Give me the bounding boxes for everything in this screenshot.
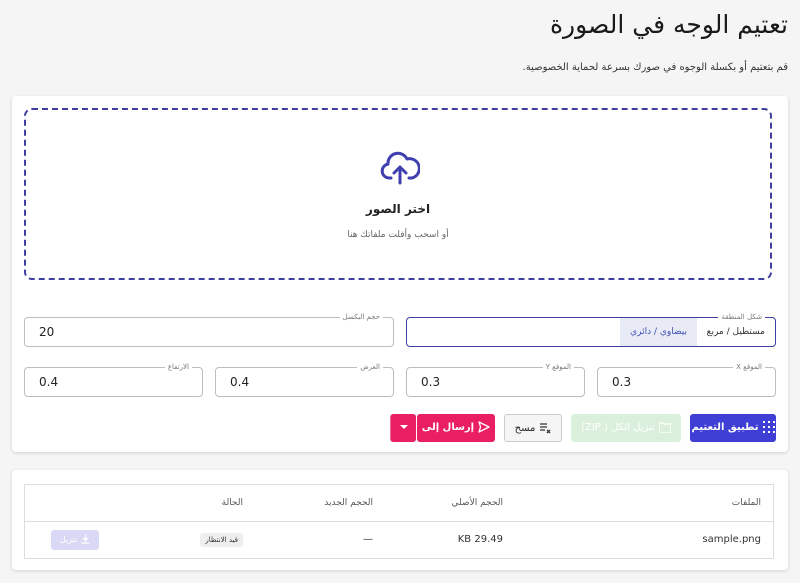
editor-card: اختر الصور أو اسحب وأفلت ملفاتك هنا شكل … [12,96,788,452]
status-cell: قيد الانتظار [200,522,243,558]
width-label: العرض [357,361,383,373]
pixel-size-label: حجم البكسل [339,311,383,323]
header-new-size: الحجم الجديد [324,498,373,508]
download-file-button[interactable]: تنزيل [51,530,99,550]
height-value: 0.4 [39,375,59,389]
original-size: 29.49 KB [457,534,503,545]
shape-selector: شكل المنطقة مستطيل / مربع بيضاوي / دائري [406,311,776,347]
dropzone-hint: أو اسحب وأفلت ملفاتك هنا [347,230,449,240]
send-icon [478,421,490,433]
apply-blur-button[interactable]: تطبيق التعتيم [690,414,776,442]
files-card: الملفات الحجم الأصلي الحجم الجديد الحالة… [12,470,788,570]
apply-blur-label: تطبيق التعتيم [691,422,759,433]
send-to-dropdown-button[interactable] [390,414,416,442]
new-size: — [363,534,373,545]
pixel-size-value: 20 [39,325,55,339]
pos-x-input[interactable]: الموقع X 0.3 [597,361,776,397]
page-subtitle: قم بتعتيم أو بكسلة الوجوه في صورك بسرعة … [522,62,788,73]
clear-list-icon [540,423,551,434]
pos-y-label: الموقع Y [542,361,574,373]
grid-icon [762,421,775,433]
header-files: الملفات [731,498,761,508]
pixel-size-input[interactable]: حجم البكسل 20 [24,311,394,347]
pos-x-label: الموقع X [733,361,765,373]
file-name: sample.png [702,534,761,545]
table-row: sample.png 29.49 KB — قيد الانتظار تنزيل [25,522,773,558]
cloud-upload-icon [380,151,420,185]
width-input[interactable]: العرض 0.4 [215,361,394,397]
pos-y-input[interactable]: الموقع Y 0.3 [406,361,585,397]
status-badge: قيد الانتظار [200,533,243,547]
pos-y-value: 0.3 [421,375,441,389]
download-all-zip-button[interactable]: تنزيل الكل (.ZIP) [571,414,681,442]
send-to-label: إرسال إلى [421,422,475,433]
header-status: الحالة [221,498,243,508]
caret-down-icon [399,425,408,429]
height-input[interactable]: الارتفاع 0.4 [24,361,203,397]
pos-x-value: 0.3 [612,375,632,389]
header-original-size: الحجم الأصلي [451,498,503,508]
width-value: 0.4 [230,375,250,389]
table-header: الملفات الحجم الأصلي الحجم الجديد الحالة [25,485,773,522]
height-label: الارتفاع [164,361,192,373]
shape-option-ellipse[interactable]: بيضاوي / دائري [620,318,697,346]
download-icon [81,535,90,544]
dropzone-title: اختر الصور [365,202,431,216]
send-to-button[interactable]: إرسال إلى [417,414,495,442]
folder-zip-icon [658,421,671,433]
file-dropzone[interactable]: اختر الصور أو اسحب وأفلت ملفاتك هنا [24,108,772,280]
clear-label: مسح [514,423,536,434]
clear-button[interactable]: مسح [504,414,562,442]
shape-option-rectangle[interactable]: مستطيل / مربع [697,318,775,346]
download-file-label: تنزيل [59,535,78,544]
download-all-zip-label: تنزيل الكل (.ZIP) [581,422,655,433]
page-title: تعتيم الوجه في الصورة [549,10,788,39]
files-table: الملفات الحجم الأصلي الحجم الجديد الحالة… [24,484,774,559]
